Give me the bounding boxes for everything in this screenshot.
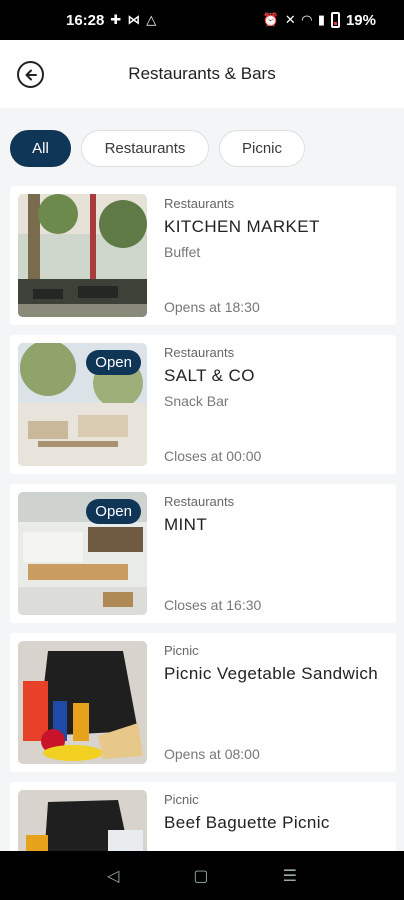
venue-name: Beef Baguette Picnic [164, 813, 330, 832]
home-nav-icon[interactable]: ▢ [193, 866, 208, 886]
venue-hours: Closes at 00:00 [164, 448, 262, 464]
page-title: Restaurants & Bars [128, 64, 276, 83]
venue-name: MINT [164, 515, 208, 534]
open-badge: Open [86, 350, 141, 375]
venue-category: Picnic [164, 792, 199, 807]
link-icon: ⋈ [127, 12, 141, 27]
venue-hours: Opens at 08:00 [164, 746, 260, 762]
wifi-icon: ◠ [301, 12, 312, 27]
venue-thumbnail [18, 641, 147, 764]
venue-hours: Closes at 16:30 [164, 597, 262, 613]
back-nav-icon[interactable]: ◁ [107, 866, 119, 886]
venue-name: KITCHEN MARKET [164, 217, 320, 236]
venue-subtitle: Snack Bar [164, 393, 229, 409]
venue-category: Picnic [164, 643, 199, 658]
signal-icon: ▮ [317, 12, 325, 27]
venue-subtitle: Buffet [164, 244, 201, 260]
filter-chip-all[interactable]: All [10, 130, 71, 167]
filter-chip-picnic[interactable]: Picnic [219, 130, 305, 167]
venue-card[interactable]: Restaurants KITCHEN MARKET Buffet Opens … [10, 186, 396, 325]
venue-name: Picnic Vegetable Sandwich [164, 664, 379, 683]
venue-thumbnail [18, 194, 147, 317]
back-button[interactable] [17, 61, 44, 88]
battery-level: 19% [345, 11, 376, 29]
filter-chip-restaurants[interactable]: Restaurants [81, 130, 209, 167]
mute-icon: ✕ [284, 12, 296, 27]
venue-thumbnail: Open [18, 343, 147, 466]
venue-category: Restaurants [164, 494, 235, 509]
app-header: Restaurants & Bars [0, 40, 404, 108]
venue-category: Restaurants [164, 345, 235, 360]
hash-icon: ✚ [110, 12, 122, 27]
status-time: 16:28 [66, 11, 105, 29]
drive-icon: △ [146, 12, 157, 27]
battery-icon [330, 12, 340, 28]
open-badge: Open [86, 499, 141, 524]
venue-category: Restaurants [164, 196, 235, 211]
venue-card[interactable]: Open Restaurants SALT & CO Snack Bar Clo… [10, 335, 396, 474]
recents-nav-icon[interactable]: ☰ [283, 866, 297, 886]
venue-thumbnail: Open [18, 492, 147, 615]
system-nav-bar: ◁ ▢ ☰ [0, 851, 404, 900]
venue-hours: Opens at 18:30 [164, 299, 260, 315]
venue-name: SALT & CO [164, 366, 255, 385]
back-arrow-icon [25, 69, 37, 80]
status-bar: 16:28 ✚ ⋈ △ ⏰ ✕ ◠ ▮ 19% [0, 0, 404, 40]
filter-chips: All Restaurants Picnic [10, 130, 305, 167]
alarm-icon: ⏰ [262, 12, 279, 27]
venue-card[interactable]: Open Restaurants MINT Closes at 16:30 [10, 484, 396, 623]
venue-card[interactable]: Picnic Picnic Vegetable Sandwich Opens a… [10, 633, 396, 772]
